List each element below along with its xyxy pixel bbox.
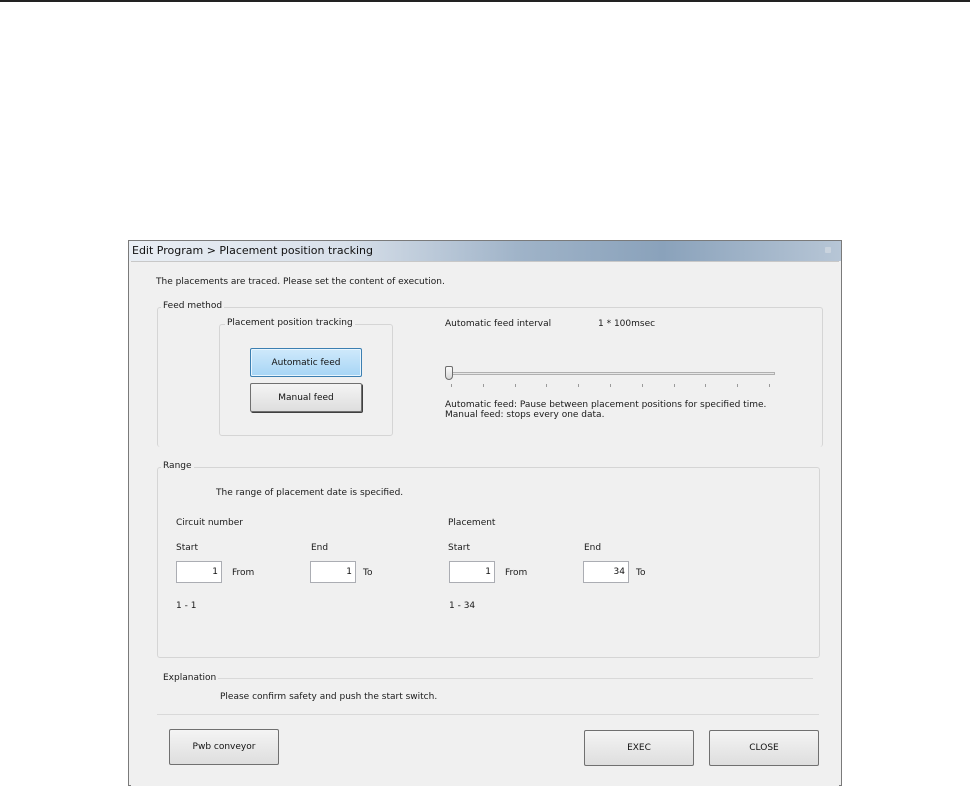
slider-tick [769, 384, 770, 387]
explanation-separator [213, 678, 813, 679]
placement-to-label: To [636, 568, 646, 578]
slider-tick [578, 384, 580, 387]
placement-range-text: 1 - 34 [449, 601, 476, 611]
placement-start-input[interactable] [449, 561, 495, 583]
tracking-group [219, 324, 393, 436]
automatic-feed-button[interactable]: Automatic feed [250, 348, 362, 377]
slider-tick [482, 384, 484, 387]
circuit-start-input[interactable] [176, 561, 222, 583]
bottom-separator [157, 714, 819, 715]
feed-method-legend: Feed method [161, 301, 225, 311]
tracking-group-legend: Placement position tracking [225, 318, 355, 328]
placement-start-label: Start [448, 543, 470, 553]
intro-text: The placements are traced. Please set th… [156, 277, 445, 287]
slider-tick [546, 384, 548, 387]
close-button[interactable]: CLOSE [709, 730, 819, 766]
placement-from-label: From [505, 568, 528, 578]
slider-tick [514, 384, 516, 387]
range-description: The range of placement date is specified… [216, 488, 404, 498]
circuit-end-label: End [311, 543, 329, 553]
placement-end-input[interactable] [583, 561, 629, 583]
help-manual: Manual feed: stops every one data. [445, 410, 605, 420]
window-title: Edit Program > Placement position tracki… [132, 244, 374, 257]
circuit-to-label: To [363, 568, 373, 578]
slider-tick [705, 384, 707, 387]
help-automatic: Automatic feed: Pause between placement … [445, 400, 767, 410]
exec-button[interactable]: EXEC [584, 730, 694, 766]
dialog-window: Edit Program > Placement position tracki… [128, 240, 842, 786]
slider-tick [737, 384, 739, 387]
interval-label: Automatic feed interval [445, 319, 552, 329]
explanation-text: Please confirm safety and push the start… [220, 692, 438, 702]
window-control-icon[interactable] [825, 247, 831, 253]
interval-slider-thumb[interactable] [445, 366, 453, 380]
slider-tick [641, 384, 643, 387]
dialog-client: The placements are traced. Please set th… [131, 261, 839, 786]
interval-value: 1 * 100msec [598, 319, 656, 329]
circuit-number-label: Circuit number [176, 518, 243, 528]
manual-feed-button[interactable]: Manual feed [250, 383, 362, 412]
top-rule [0, 0, 970, 2]
circuit-end-input[interactable] [310, 561, 356, 583]
slider-tick [673, 384, 675, 387]
range-legend: Range [161, 461, 194, 471]
title-bar[interactable]: Edit Program > Placement position tracki… [129, 241, 841, 261]
placement-end-label: End [584, 543, 602, 553]
slider-tick [610, 384, 611, 387]
pwb-conveyor-button[interactable]: Pwb conveyor [169, 729, 279, 765]
circuit-range-text: 1 - 1 [176, 601, 197, 611]
placement-label: Placement [448, 518, 496, 528]
circuit-from-label: From [232, 568, 255, 578]
slider-tick [451, 384, 452, 387]
interval-slider-track[interactable] [449, 372, 775, 375]
explanation-legend: Explanation [161, 673, 219, 683]
circuit-start-label: Start [176, 543, 198, 553]
